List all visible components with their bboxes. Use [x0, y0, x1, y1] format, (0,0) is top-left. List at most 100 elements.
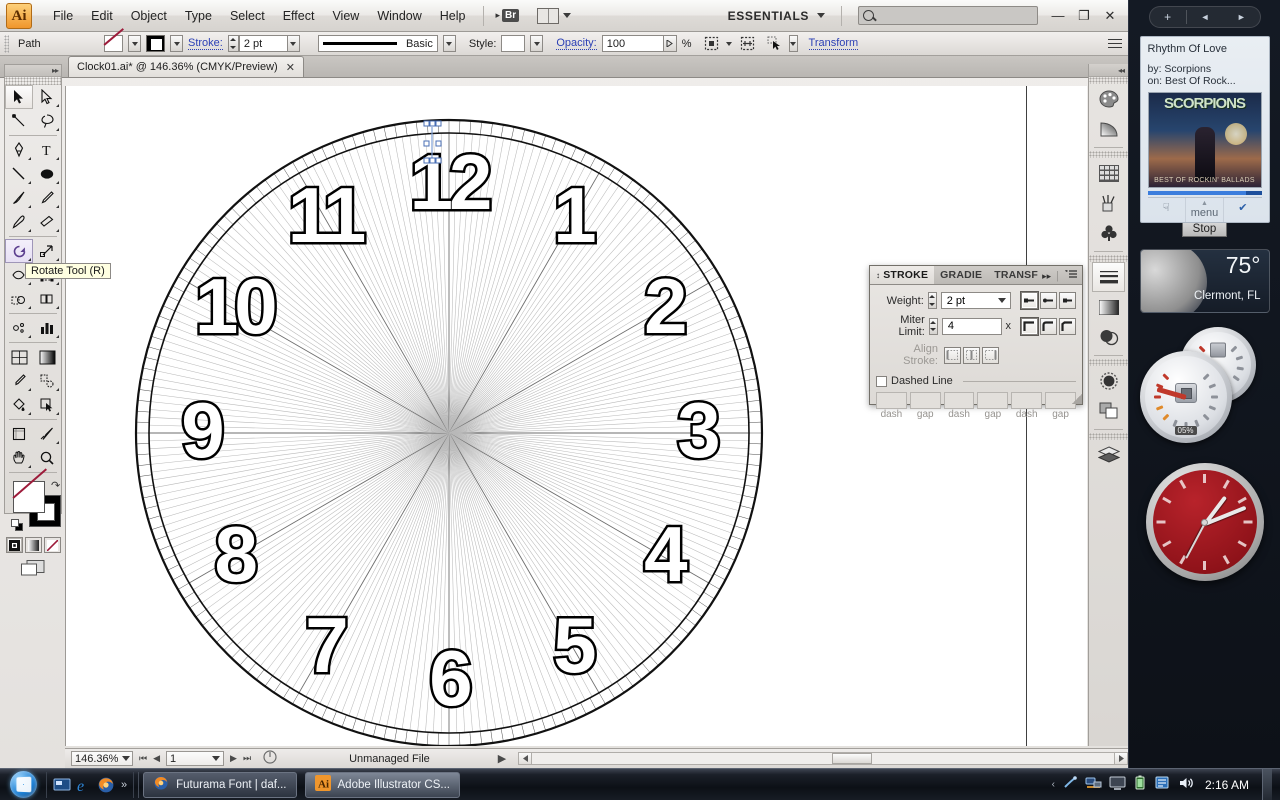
- battery-icon[interactable]: [1133, 775, 1148, 794]
- horizontal-scroll-thumb[interactable]: [832, 753, 872, 764]
- tab-transparency[interactable]: TRANSF: [988, 266, 1044, 284]
- eraser-tool[interactable]: [33, 210, 61, 234]
- fill-swatch[interactable]: [104, 35, 123, 52]
- menu-effect[interactable]: Effect: [274, 5, 324, 27]
- cpu-meter[interactable]: 05%: [1140, 351, 1232, 443]
- round-join-button[interactable]: [1040, 318, 1057, 335]
- stroke-weight-stepper[interactable]: [928, 292, 937, 309]
- miter-join-button[interactable]: [1021, 318, 1038, 335]
- artboard-tool[interactable]: [5, 422, 33, 446]
- minimize-button[interactable]: —: [1050, 8, 1066, 24]
- tab-stroke[interactable]: ↕ STROKE: [870, 266, 934, 284]
- live-paint-bucket-tool[interactable]: [5, 393, 33, 417]
- isolate-chevron-down-icon[interactable]: [725, 35, 734, 52]
- magic-wand-tool[interactable]: [5, 109, 33, 133]
- menu-window[interactable]: Window: [368, 5, 430, 27]
- hand-tool[interactable]: [5, 446, 33, 470]
- stroke-dropdown[interactable]: [170, 35, 183, 52]
- add-gadget-button[interactable]: +: [1150, 10, 1186, 24]
- show-hidden-icons-button[interactable]: ‹: [1052, 779, 1055, 790]
- last-artboard-button[interactable]: ⏭: [243, 753, 251, 764]
- chevron-down-icon[interactable]: [998, 298, 1006, 303]
- menu-select[interactable]: Select: [221, 5, 274, 27]
- gradient-tool[interactable]: [33, 345, 61, 369]
- quick-launch-chevron-icon[interactable]: »: [121, 779, 127, 791]
- weather-gadget[interactable]: 75° Clermont, FL: [1140, 249, 1270, 313]
- slice-tool[interactable]: [33, 422, 61, 446]
- color-panel-icon[interactable]: [1089, 84, 1128, 114]
- restore-button[interactable]: ❐: [1076, 8, 1092, 24]
- search-input[interactable]: [858, 6, 1038, 25]
- shape-builder-tool[interactable]: [5, 287, 33, 311]
- brushes-panel-icon[interactable]: [1089, 188, 1128, 218]
- stroke-swatch[interactable]: [146, 35, 165, 52]
- scroll-left-button[interactable]: [518, 752, 532, 765]
- selection-tool[interactable]: [5, 85, 33, 109]
- zoom-level-field[interactable]: 146.36%: [71, 751, 133, 766]
- stroke-weight-input[interactable]: 2 pt: [941, 292, 1011, 309]
- miter-limit-stepper[interactable]: [929, 318, 938, 335]
- screen-mode-button[interactable]: [5, 559, 61, 577]
- workspace-label[interactable]: ESSENTIALS: [728, 9, 809, 23]
- taskbar-window-firefox[interactable]: Futurama Font | daf...: [143, 772, 296, 798]
- brush-definition-chevron-down-icon[interactable]: [443, 35, 456, 52]
- internet-explorer-icon[interactable]: e: [75, 776, 93, 794]
- gap-field-1[interactable]: [910, 392, 941, 409]
- fill-dropdown[interactable]: [128, 35, 141, 52]
- transform-link[interactable]: Transform: [809, 37, 859, 50]
- stroke-weight-stepper[interactable]: [228, 35, 239, 52]
- opacity-combo[interactable]: 100: [602, 35, 677, 52]
- select-similar-chevron-down-icon[interactable]: [789, 35, 798, 52]
- close-button[interactable]: ✕: [1102, 8, 1118, 24]
- default-fill-stroke-icon[interactable]: [11, 519, 23, 531]
- taskbar-clock[interactable]: 2:16 AM: [1205, 778, 1249, 792]
- taskbar-window-illustrator[interactable]: Ai Adobe Illustrator CS...: [305, 772, 461, 798]
- action-center-icon[interactable]: [1155, 775, 1171, 794]
- previous-gadget-button[interactable]: ◄: [1187, 12, 1223, 22]
- start-button[interactable]: [0, 770, 46, 800]
- column-graph-tool[interactable]: [33, 316, 61, 340]
- stroke-weight-combo[interactable]: 2 pt: [228, 35, 300, 52]
- menu-object[interactable]: Object: [122, 5, 176, 27]
- show-desktop-icon[interactable]: [53, 776, 71, 794]
- blob-brush-tool[interactable]: [5, 210, 33, 234]
- scroll-right-button[interactable]: [1114, 752, 1128, 765]
- brush-definition-value[interactable]: Basic: [318, 35, 438, 52]
- stroke-panel-icon[interactable]: [1092, 262, 1125, 292]
- expand-panels-icon[interactable]: ◂◂: [1118, 66, 1124, 75]
- menu-help[interactable]: Help: [431, 5, 475, 27]
- media-gadget[interactable]: Rhythm Of Love by: Scorpions on: Best Of…: [1140, 36, 1270, 223]
- fill-color-swatch[interactable]: [13, 481, 45, 513]
- panel-dock-grip[interactable]: [1089, 77, 1128, 84]
- appearance-panel-icon[interactable]: [1089, 366, 1128, 396]
- bevel-join-button[interactable]: [1059, 318, 1076, 335]
- graphic-style-swatch[interactable]: [501, 35, 525, 52]
- network-bluetooth-icon[interactable]: [1062, 775, 1078, 794]
- panel-group-grip-2[interactable]: [1089, 255, 1128, 262]
- artboard-chevron-down-icon[interactable]: [212, 756, 220, 761]
- panel-dock-header[interactable]: ◂◂: [1089, 64, 1128, 77]
- document-tab[interactable]: Clock01.ai* @ 146.36% (CMYK/Preview) ✕: [68, 56, 304, 77]
- menu-file[interactable]: File: [44, 5, 82, 27]
- mesh-tool[interactable]: [5, 345, 33, 369]
- stroke-panel[interactable]: ↕ STROKE GRADIE TRANSF ▸▸ |: [869, 265, 1083, 405]
- stroke-weight-value[interactable]: 2 pt: [239, 35, 287, 52]
- panel-group-grip-3[interactable]: [1089, 359, 1128, 366]
- analog-clock-gadget[interactable]: [1146, 463, 1264, 581]
- zoom-chevron-down-icon[interactable]: [122, 756, 130, 761]
- gradient-panel-icon[interactable]: [1089, 292, 1128, 322]
- thumbs-up-icon[interactable]: ✔: [1223, 198, 1261, 222]
- control-bar-grip[interactable]: [4, 35, 9, 53]
- resource-meter-gadget[interactable]: 49% 05%: [1140, 327, 1270, 447]
- perspective-grid-tool[interactable]: [33, 287, 61, 311]
- media-progress-bar[interactable]: [1148, 191, 1262, 195]
- gradient-mode-button[interactable]: [25, 537, 42, 553]
- dashed-line-checkbox[interactable]: [876, 376, 887, 387]
- type-tool[interactable]: T: [33, 138, 61, 162]
- go-to-bridge-button[interactable]: ▸ Br: [492, 7, 524, 24]
- stroke-weight-chevron-down-icon[interactable]: [287, 35, 300, 52]
- tab-gradient[interactable]: GRADIE: [934, 266, 988, 284]
- isolate-selected-icon[interactable]: [703, 35, 720, 52]
- firefox-icon[interactable]: [97, 776, 115, 794]
- miter-limit-input[interactable]: 4: [942, 318, 1002, 335]
